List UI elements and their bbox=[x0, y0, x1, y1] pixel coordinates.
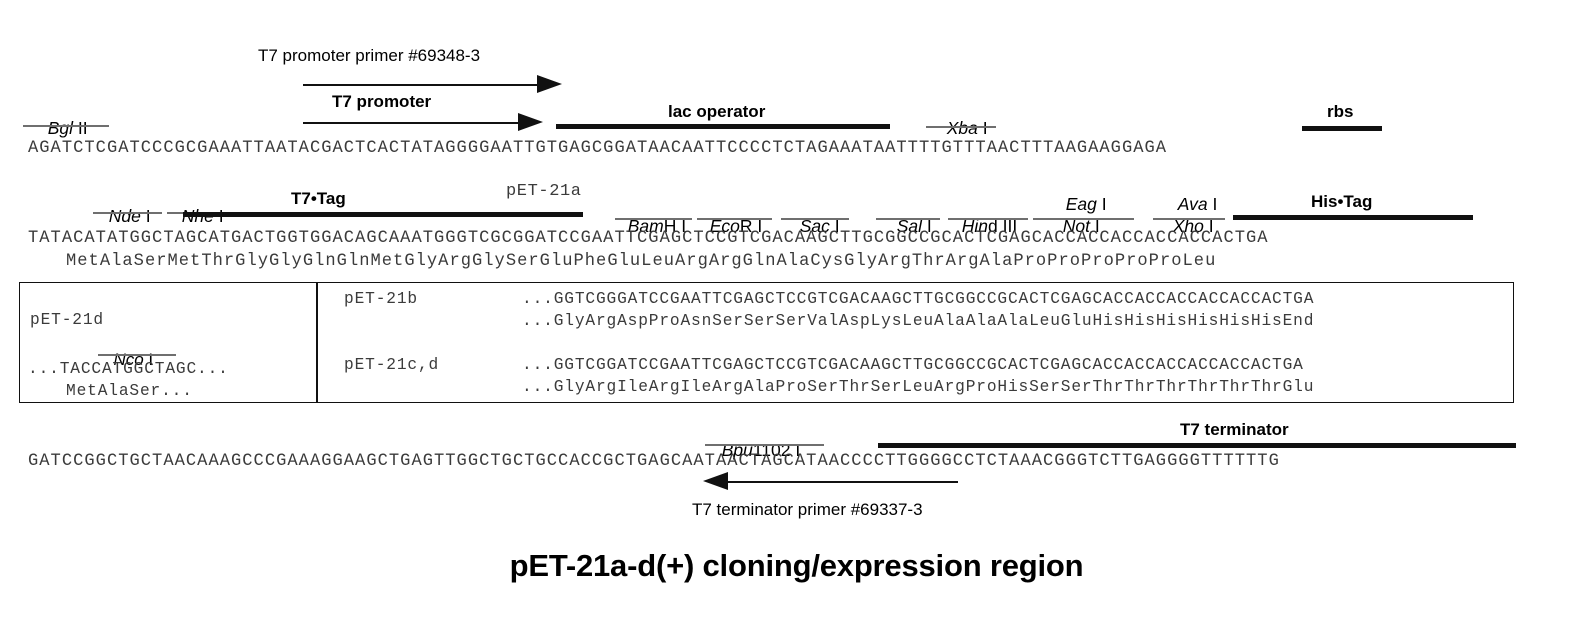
enzyme-underline-sal bbox=[876, 218, 940, 220]
enzyme-underline-nco bbox=[98, 354, 176, 356]
enzyme-name-roman-xba: I bbox=[977, 118, 988, 138]
variant-row-1-dna: ...GGTCGGATCCGAATTCGAGCTCCGTCGACAAGCTTGC… bbox=[522, 356, 1304, 374]
variant-left-name: pET-21d bbox=[30, 311, 104, 329]
t7-promoter-primer-arrow-line bbox=[303, 84, 548, 87]
enzyme-underline-ecor bbox=[697, 218, 772, 220]
variant-left-protein: MetAlaSer... bbox=[66, 382, 193, 400]
t7-promoter-primer-arrow-head bbox=[537, 75, 562, 93]
t7-promoter-arrow-head bbox=[518, 113, 543, 131]
enzyme-underline-sac bbox=[781, 218, 849, 220]
t7-terminator-primer-label: T7 terminator primer #69337-3 bbox=[692, 500, 923, 519]
t7-terminator-bar bbox=[878, 443, 1516, 448]
t7-promoter-arrow-line bbox=[303, 122, 528, 125]
variant-row-1-name: pET-21c,d bbox=[344, 356, 440, 374]
t7-tag-bar bbox=[183, 212, 583, 217]
his-tag-bar bbox=[1233, 215, 1473, 220]
variant-row-0-dna: ...GGTCGGGATCCGAATTCGAGCTCCGTCGACAAGCTTG… bbox=[522, 290, 1315, 308]
his-tag-label: His•Tag bbox=[1311, 192, 1373, 211]
enzyme-label-bgl2: Bgl II bbox=[38, 97, 88, 139]
t7-promoter-primer-label: T7 promoter primer #69348-3 bbox=[258, 46, 481, 65]
pet21a-marker-label: pET-21a bbox=[506, 182, 582, 201]
t7-terminator-primer-arrow-head bbox=[703, 472, 728, 490]
t7-promoter-label: T7 promoter bbox=[332, 92, 432, 111]
enzyme-name-roman-nde: I bbox=[140, 206, 151, 226]
enzyme-name-roman-bgl2: II bbox=[73, 118, 88, 138]
enzyme-underline-ava-xho bbox=[1153, 218, 1225, 220]
enzyme-label-nhe: Nhe I bbox=[172, 185, 224, 227]
enzyme-underline-xba bbox=[926, 126, 996, 128]
enzyme-underline-eag-not bbox=[1033, 218, 1134, 220]
enzyme-name-italic-nde: Nde bbox=[108, 206, 141, 226]
t7-tag-label: T7•Tag bbox=[291, 189, 346, 208]
rbs-label: rbs bbox=[1327, 102, 1354, 121]
variant-row-0-name: pET-21b bbox=[344, 290, 418, 308]
lac-operator-bar bbox=[556, 124, 890, 129]
t7-terminator-label: T7 terminator bbox=[1180, 420, 1289, 439]
enzyme-underline-bamh bbox=[615, 218, 692, 220]
variant-left-dna: ...TACCATGGCTAGC... bbox=[28, 360, 229, 378]
enzyme-name-italic-bgl2: Bgl bbox=[47, 118, 74, 138]
enzyme-name-italic-xba: Xba bbox=[946, 118, 978, 138]
enzyme-label-xba: Xba I bbox=[937, 97, 988, 139]
enzyme-underline-hind bbox=[948, 218, 1028, 220]
sequence-line-2-dna: TATACATATGGCTAGCATGACTGGTGGACAGCAAATGGGT… bbox=[28, 229, 1269, 248]
enzyme-underline-bgl2 bbox=[23, 125, 109, 127]
t7-terminator-primer-arrow-line bbox=[727, 481, 958, 484]
figure-title: pET-21a-d(+) cloning/expression region bbox=[509, 548, 1084, 583]
rbs-bar bbox=[1302, 126, 1382, 131]
sequence-line-3-dna: GATCCGGCTGCTAACAAAGCCCGAAAGGAAGCTGAGTTGG… bbox=[28, 452, 1280, 471]
enzyme-label-nde: Nde I bbox=[99, 185, 151, 227]
variant-row-0-protein: ...GlyArgAspProAsnSerSerSerValAspLysLeuA… bbox=[522, 312, 1315, 330]
variant-box-divider bbox=[316, 282, 318, 403]
enzyme-underline-nde bbox=[93, 212, 162, 214]
lac-operator-label: lac operator bbox=[668, 102, 766, 121]
sequence-line-1-dna: AGATCTCGATCCCGCGAAATTAATACGACTCACTATAGGG… bbox=[28, 139, 1168, 158]
variant-row-1-protein: ...GlyArgIleArgIleArgAlaProSerThrSerLeuA… bbox=[522, 378, 1315, 396]
sequence-line-2-protein: MetAlaSerMetThrGlyGlyGlnGlnMetGlyArgGlyS… bbox=[66, 252, 1217, 271]
enzyme-underline-bpu1102 bbox=[705, 444, 824, 446]
